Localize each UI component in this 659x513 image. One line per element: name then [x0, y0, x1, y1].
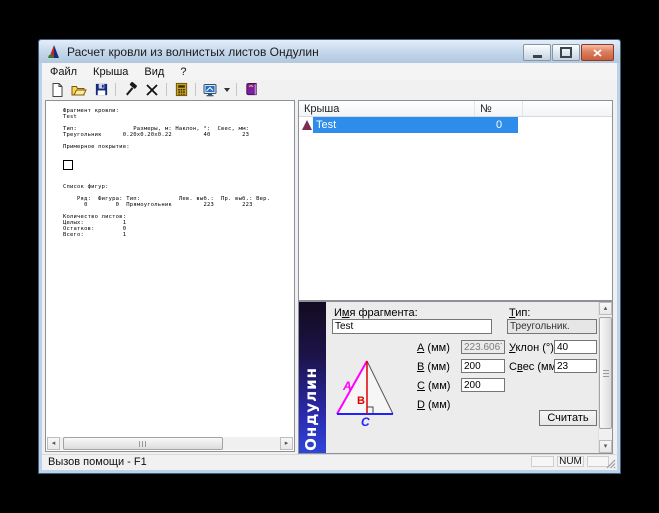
- fragment-form-panel: Ондулин Имя фрагмента: Тип: A B C А (мм)…: [298, 301, 613, 454]
- scroll-up-button[interactable]: ▴: [599, 302, 612, 315]
- preview-dropdown-button[interactable]: [221, 81, 233, 98]
- maximize-button[interactable]: [552, 44, 580, 61]
- scroll-left-button[interactable]: ◂: [47, 437, 60, 450]
- save-floppy-icon: [94, 82, 109, 97]
- calculate-submit-button[interactable]: Считать: [539, 410, 597, 426]
- status-pane-empty-1: [531, 456, 554, 467]
- type-label: Тип:: [509, 307, 530, 319]
- report-panel: Фрагмент кровли: Test Тип: Размеры, м: Н…: [45, 100, 295, 452]
- type-input[interactable]: [507, 319, 597, 334]
- side-c-label: С (мм): [417, 380, 450, 392]
- minimize-icon: [533, 55, 542, 58]
- column-header-number[interactable]: №: [475, 101, 523, 116]
- roof-number: 0: [496, 119, 502, 131]
- side-b-label: В (мм): [417, 361, 450, 373]
- app-icon: [46, 44, 62, 60]
- overhang-input[interactable]: [554, 359, 597, 373]
- open-folder-icon: [71, 82, 87, 98]
- ondulin-banner-text: Ондулин: [302, 367, 320, 451]
- roof-list-row[interactable]: Test 0: [299, 117, 612, 133]
- delete-cross-icon: [145, 83, 159, 97]
- roof-triangle-icon: [302, 120, 312, 130]
- side-a-input[interactable]: [461, 340, 505, 354]
- help-button[interactable]: [240, 81, 262, 98]
- resize-grip[interactable]: [605, 458, 616, 469]
- roof-name: Test: [316, 119, 336, 131]
- dropdown-arrow-icon: [224, 88, 230, 92]
- toolbar: [42, 80, 617, 100]
- side-c-input[interactable]: [461, 378, 505, 392]
- scroll-thumb[interactable]: [599, 317, 612, 429]
- build-button[interactable]: [119, 81, 141, 98]
- scroll-right-button[interactable]: ▸: [280, 437, 293, 450]
- preview-monitor-icon: [202, 82, 218, 98]
- desktop: { "window": { "title": "Расчет кровли из…: [0, 0, 659, 513]
- menu-file[interactable]: Файл: [42, 63, 85, 80]
- menu-help[interactable]: ?: [172, 63, 194, 80]
- scroll-down-button[interactable]: ▾: [599, 440, 612, 453]
- slope-input[interactable]: [554, 340, 597, 354]
- title-bar: Расчет кровли из волнистых листов Ондули…: [39, 40, 620, 63]
- column-header-roof[interactable]: Крыша: [299, 101, 475, 116]
- triangle-label-c: C: [361, 415, 370, 428]
- fragment-name-input[interactable]: [332, 319, 492, 334]
- window-title: Расчет кровли из волнистых листов Ондули…: [67, 45, 319, 59]
- new-document-icon: [49, 82, 65, 98]
- scroll-thumb[interactable]: [63, 437, 223, 450]
- save-button[interactable]: [90, 81, 112, 98]
- open-button[interactable]: [68, 81, 90, 98]
- status-pane-num: NUM: [557, 456, 584, 467]
- delete-button[interactable]: [141, 81, 163, 98]
- side-a-label: А (мм): [417, 342, 450, 354]
- client-area: Фрагмент кровли: Test Тип: Размеры, м: Н…: [42, 99, 617, 455]
- minimize-button[interactable]: [523, 44, 551, 61]
- menu-view[interactable]: Вид: [136, 63, 172, 80]
- side-b-input[interactable]: [461, 359, 505, 373]
- new-button[interactable]: [46, 81, 68, 98]
- list-header: Крыша №: [299, 101, 612, 117]
- triangle-label-a: A: [342, 379, 352, 393]
- close-icon: [593, 49, 602, 57]
- fragment-name-label: Имя фрагмента:: [334, 307, 418, 319]
- preview-button[interactable]: [199, 81, 221, 98]
- help-book-icon: [244, 82, 259, 97]
- close-button[interactable]: [581, 44, 614, 61]
- ondulin-banner: Ондулин: [299, 302, 326, 453]
- calculate-button[interactable]: [170, 81, 192, 98]
- roof-list-panel: Крыша № Test 0: [298, 100, 613, 301]
- status-bar: Вызов помощи - F1 NUM: [42, 454, 617, 470]
- calculator-icon: [174, 82, 189, 97]
- vertical-scrollbar[interactable]: ▴ ▾: [598, 302, 612, 453]
- scroll-track[interactable]: [60, 437, 280, 450]
- menu-bar: Файл Крыша Вид ?: [42, 63, 617, 80]
- toolbar-separator: [195, 83, 196, 96]
- status-help-text: Вызов помощи - F1: [48, 456, 147, 468]
- app-window: Расчет кровли из волнистых листов Ондули…: [38, 39, 621, 474]
- toolbar-separator: [166, 83, 167, 96]
- overhang-label: Свес (мм): [509, 361, 560, 373]
- column-header-blank: [523, 101, 612, 116]
- hammer-icon: [122, 82, 138, 98]
- triangle-diagram: A B C: [331, 356, 397, 428]
- menu-roof[interactable]: Крыша: [85, 63, 136, 80]
- triangle-label-b: B: [357, 395, 365, 407]
- report-text-top: Фрагмент кровли: Test Тип: Размеры, м: Н…: [46, 101, 294, 150]
- toolbar-separator: [115, 83, 116, 96]
- maximize-icon: [560, 47, 572, 58]
- slope-label: Уклон (°): [509, 342, 554, 354]
- window-controls: [523, 44, 614, 61]
- coverage-preview-box: [63, 160, 73, 170]
- selected-row-highlight[interactable]: Test 0: [313, 117, 518, 133]
- toolbar-separator: [236, 83, 237, 96]
- side-d-label: D (мм): [417, 399, 450, 411]
- report-text-bottom: Список фигур: Ряд: Фигура: Тип: Лев. выб…: [46, 184, 294, 238]
- horizontal-scrollbar[interactable]: ◂ ▸: [47, 437, 293, 450]
